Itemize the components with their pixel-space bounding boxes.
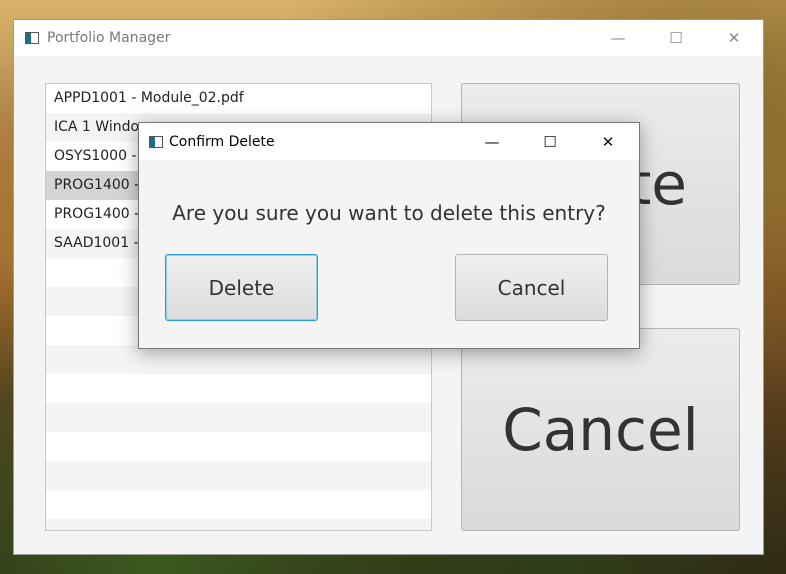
- empty-row: [46, 345, 431, 374]
- minimize-icon[interactable]: —: [589, 20, 647, 56]
- close-icon[interactable]: ✕: [579, 123, 637, 160]
- maximize-icon[interactable]: ☐: [647, 20, 705, 56]
- maximize-icon[interactable]: ☐: [521, 123, 579, 160]
- empty-row: [46, 374, 431, 403]
- dialog-cancel-button[interactable]: Cancel: [455, 254, 608, 321]
- dialog-titlebar[interactable]: Confirm Delete — ☐ ✕: [139, 123, 639, 160]
- empty-row: [46, 403, 431, 432]
- cancel-button[interactable]: Cancel: [461, 328, 740, 531]
- list-item[interactable]: APPD1001 - Module_02.pdf: [46, 84, 431, 113]
- confirm-delete-dialog: Confirm Delete — ☐ ✕ Are you sure you wa…: [138, 122, 640, 349]
- dialog-cancel-label: Cancel: [497, 275, 566, 300]
- empty-row: [46, 432, 431, 461]
- app-icon: [149, 135, 163, 148]
- dialog-title: Confirm Delete: [169, 133, 275, 150]
- app-icon: [25, 32, 39, 44]
- empty-row: [46, 461, 431, 490]
- window-title: Portfolio Manager: [47, 30, 171, 46]
- empty-row: [46, 490, 431, 519]
- minimize-icon[interactable]: —: [463, 123, 521, 160]
- confirm-delete-button[interactable]: Delete: [165, 254, 318, 321]
- empty-row: [46, 519, 431, 530]
- window-titlebar[interactable]: Portfolio Manager — ☐ ✕: [14, 20, 763, 56]
- dialog-message: Are you sure you want to delete this ent…: [172, 201, 606, 225]
- cancel-button-label: Cancel: [502, 395, 699, 464]
- close-icon[interactable]: ✕: [705, 20, 763, 56]
- confirm-delete-label: Delete: [208, 275, 275, 300]
